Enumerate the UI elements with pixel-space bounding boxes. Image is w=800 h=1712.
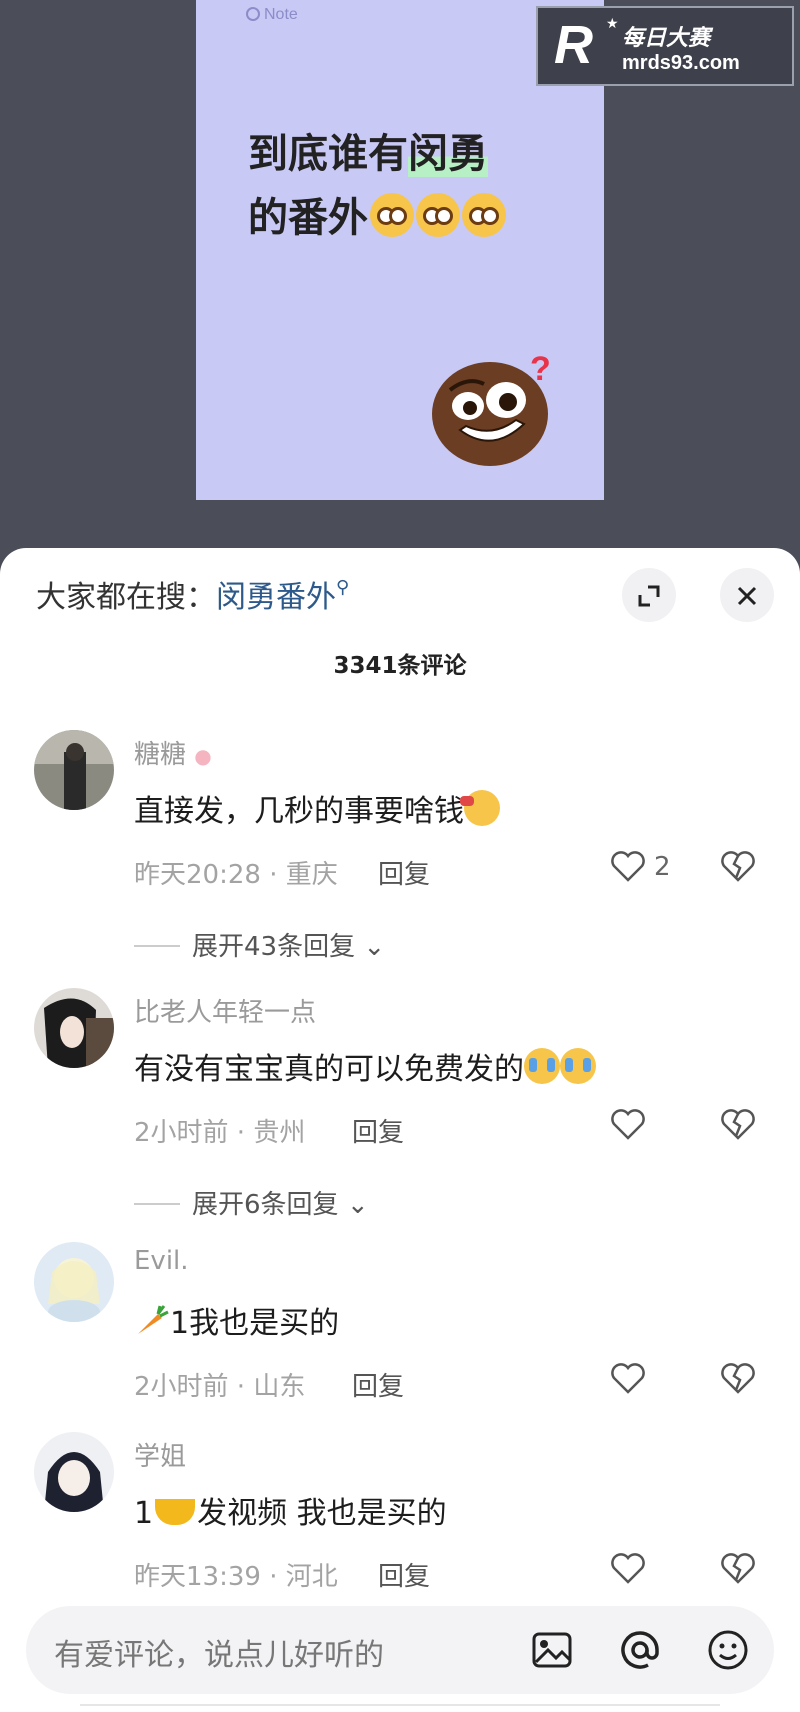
note-tag-label: Note [264, 6, 298, 23]
comment-text: 有没有宝宝真的可以免费发的 [134, 1044, 596, 1088]
expand-replies[interactable]: 展开43条回复 ⌄ [134, 926, 385, 963]
username[interactable]: 糖糖 ● [134, 734, 212, 771]
dislike-button[interactable] [720, 1108, 760, 1148]
emoji-icon[interactable] [706, 1628, 750, 1672]
note-title-line2: 的番外 [248, 195, 368, 241]
comment-count: 3341条评论 [333, 653, 467, 679]
note-title-highlight: 闵勇 [408, 131, 488, 177]
search-keyword[interactable]: 闵勇番外 [216, 580, 336, 615]
username[interactable]: 比老人年轻一点 [134, 992, 316, 1029]
sparkle-icon: ● [194, 744, 212, 768]
username[interactable]: 学姐 [134, 1436, 186, 1473]
comment-text: 1我也是买的 [134, 1298, 339, 1342]
expand-replies-label: 展开43条回复 [192, 932, 356, 962]
comment-meta: 2小时前 · 贵州 [134, 1118, 306, 1148]
image-icon[interactable] [530, 1628, 574, 1672]
note-ring-icon [246, 7, 260, 21]
dislike-button[interactable] [720, 850, 760, 890]
comment-input-bar[interactable]: 有爱评论，说点儿好听的 [26, 1606, 774, 1694]
reply-button[interactable]: 回复 [378, 854, 430, 891]
reply-button[interactable]: 回复 [352, 1366, 404, 1403]
expand-icon [638, 585, 660, 606]
like-button[interactable] [610, 1104, 700, 1144]
avatar[interactable] [34, 730, 114, 810]
heart-icon [611, 1553, 645, 1584]
comment-input-placeholder[interactable]: 有爱评论，说点儿好听的 [54, 1630, 384, 1674]
search-prefix: 大家都在搜： [36, 580, 216, 615]
heart-icon [611, 1363, 645, 1394]
gold-ingot-icon [155, 1499, 196, 1525]
comment-text-body: 有没有宝宝真的可以免费发的 [134, 1052, 524, 1087]
heart-icon [611, 1109, 645, 1140]
like-button[interactable] [610, 1548, 700, 1588]
chevron-down-icon: ⌄ [363, 932, 386, 962]
comment-screen: Note 到底谁有闵勇 的番外 ? R ★ 每日大赛 mrds93.com 大家… [0, 0, 800, 1712]
crying-face-icon [560, 1048, 596, 1084]
comment-text-body: 直接发，几秒的事要啥钱 [134, 794, 464, 829]
search-icon: ⚲ [336, 577, 350, 598]
broken-heart-icon [721, 851, 755, 882]
note-title: 到底谁有闵勇 的番外 [248, 122, 506, 250]
watermark-name: 每日大赛 [622, 26, 711, 51]
broken-heart-icon [721, 1553, 755, 1584]
bottom-divider [80, 1704, 720, 1712]
comment-text-body: 发视频 我也是买的 [197, 1496, 447, 1531]
video-area[interactable]: Note 到底谁有闵勇 的番外 ? R ★ 每日大赛 mrds93.com [0, 0, 800, 560]
dislike-button[interactable] [720, 1362, 760, 1402]
chevron-down-icon: ⌄ [346, 1190, 369, 1220]
avatar[interactable] [34, 988, 114, 1068]
note-title-part1: 到底谁有 [248, 131, 408, 177]
svg-text:?: ? [530, 350, 551, 388]
carrot-icon [138, 1305, 169, 1334]
comment-meta: 昨天13:39 · 河北 [134, 1562, 338, 1592]
pleading-face-icon [370, 193, 414, 237]
comment-text-body: 1我也是买的 [170, 1306, 340, 1341]
comment-sheet: 大家都在搜：闵勇番外⚲ 3341条评论 糖糖 ● 直接发，几秒的事要啥钱 昨天2… [0, 548, 800, 1712]
kiss-wink-emoji-icon [460, 790, 500, 826]
crying-face-icon [524, 1048, 560, 1084]
search-suggestion[interactable]: 大家都在搜：闵勇番外⚲ [36, 572, 349, 616]
confused-face-sticker-icon: ? [432, 350, 551, 466]
expand-replies-label: 展开6条回复 [192, 1190, 339, 1220]
at-icon[interactable] [618, 1628, 662, 1672]
close-button[interactable] [720, 568, 774, 622]
reply-button[interactable]: 回复 [352, 1112, 404, 1149]
broken-heart-icon [721, 1109, 755, 1140]
comment-text: 1 发视频 我也是买的 [134, 1488, 447, 1532]
expand-button[interactable] [622, 568, 676, 622]
watermark-logo: R [554, 15, 593, 75]
avatar[interactable] [34, 1242, 114, 1322]
close-icon [737, 586, 757, 605]
username[interactable]: Evil. [134, 1246, 189, 1276]
divider [134, 945, 180, 947]
comment-meta: 2小时前 · 山东 [134, 1372, 306, 1402]
comment-text: 直接发，几秒的事要啥钱 [134, 786, 500, 830]
username-text: 糖糖 [134, 740, 187, 770]
heart-icon [611, 851, 645, 882]
broken-heart-icon [721, 1363, 755, 1394]
avatar[interactable] [34, 1432, 114, 1512]
star-icon: ★ [606, 16, 619, 32]
expand-replies[interactable]: 展开6条回复 ⌄ [134, 1184, 369, 1221]
pleading-face-icon [416, 193, 460, 237]
watermark: R ★ 每日大赛 mrds93.com [536, 6, 794, 86]
reply-button[interactable]: 回复 [378, 1556, 430, 1593]
like-button[interactable]: 2 [610, 846, 700, 886]
watermark-url: mrds93.com [622, 52, 740, 74]
note-tag: Note [246, 6, 298, 24]
divider [134, 1203, 180, 1205]
like-button[interactable] [610, 1358, 700, 1398]
comment-text-prefix: 1 [134, 1496, 154, 1531]
pleading-face-icon [462, 193, 506, 237]
comment-meta: 昨天20:28 · 重庆 [134, 860, 338, 890]
dislike-button[interactable] [720, 1552, 760, 1592]
like-count: 2 [654, 852, 671, 882]
